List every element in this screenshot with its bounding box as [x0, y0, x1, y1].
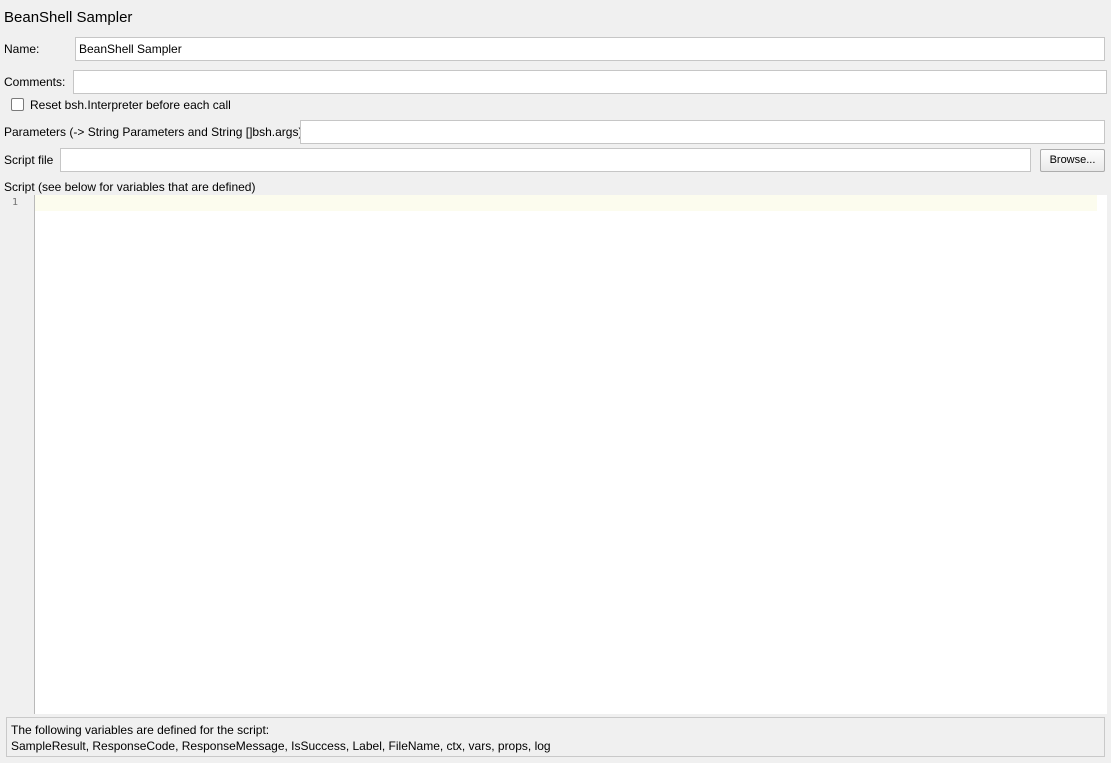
parameters-field[interactable]: [300, 120, 1105, 144]
line-number: 1: [12, 197, 19, 208]
variables-info-box: The following variables are defined for …: [6, 717, 1105, 757]
browse-button[interactable]: Browse...: [1040, 149, 1105, 172]
script-file-field[interactable]: [60, 148, 1031, 172]
name-label: Name:: [4, 42, 40, 56]
script-file-label: Script file: [4, 153, 54, 167]
comments-label: Comments:: [4, 75, 66, 89]
panel-title: BeanShell Sampler: [4, 9, 133, 26]
line-number-gutter: 1: [4, 195, 35, 714]
comments-field[interactable]: [73, 70, 1107, 94]
script-label: Script (see below for variables that are…: [4, 180, 256, 194]
script-editor[interactable]: 1: [4, 195, 1107, 714]
reset-interpreter-checkbox[interactable]: [11, 98, 24, 111]
variables-info-heading: The following variables are defined for …: [11, 723, 270, 737]
current-line-highlight: [35, 195, 1097, 211]
name-field[interactable]: [75, 37, 1105, 61]
variables-list: SampleResult, ResponseCode, ResponseMess…: [11, 739, 551, 753]
parameters-label: Parameters (-> String Parameters and Str…: [4, 125, 303, 139]
reset-interpreter-label[interactable]: Reset bsh.Interpreter before each call: [30, 97, 231, 113]
beanshell-sampler-panel: BeanShell Sampler Name: Comments: Reset …: [0, 0, 1111, 763]
